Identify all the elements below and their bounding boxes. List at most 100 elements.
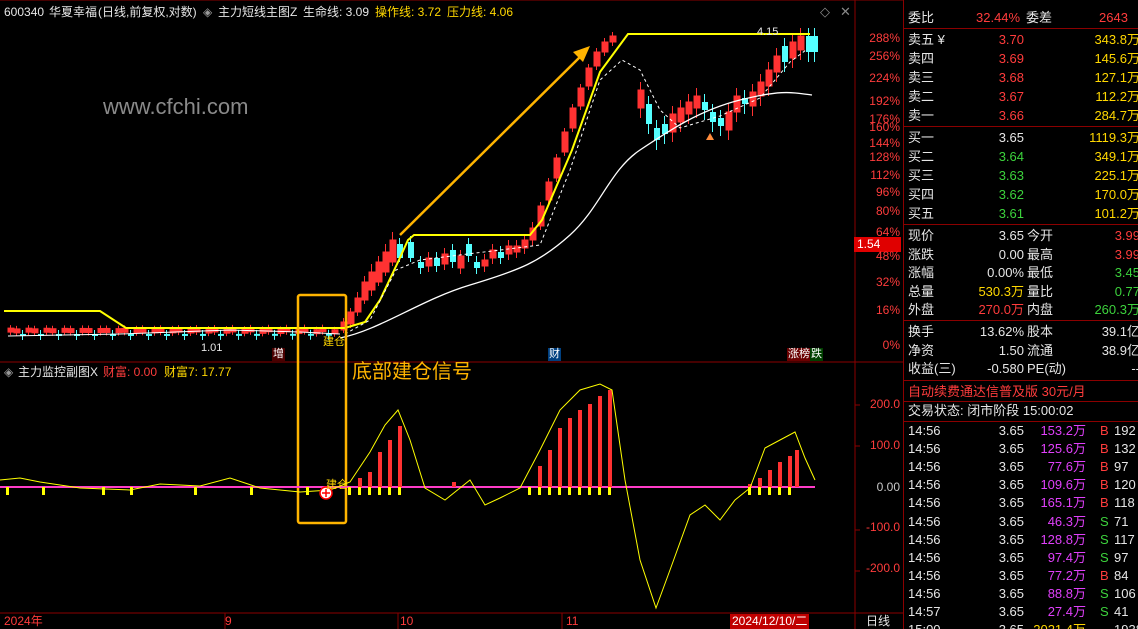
- ask-level-row: 卖一 3.66 284.7万: [904, 107, 1138, 125]
- tick-count: 1938: [1114, 621, 1138, 629]
- sub-axis-tick: 200.0: [869, 397, 900, 411]
- bid-volume: 225.1万: [1094, 168, 1138, 183]
- tick-volume: 165.1万: [1040, 495, 1086, 511]
- candle-body: [61, 327, 69, 333]
- sub-indicator-name[interactable]: 主力监控副图X: [18, 366, 98, 378]
- tick-count: 97: [1114, 549, 1129, 565]
- candle-body: [382, 251, 390, 273]
- signal-tick: [598, 487, 601, 495]
- sub-settings-icon[interactable]: ◈: [4, 366, 13, 378]
- candle-body: [25, 327, 33, 333]
- candle-body: [13, 328, 21, 334]
- indicator-bar: [795, 450, 799, 487]
- bid-volume: 170.0万: [1094, 187, 1138, 202]
- tick-count: 106: [1114, 585, 1136, 601]
- tick-side: S: [1100, 513, 1109, 529]
- candle-body: [375, 261, 383, 283]
- signal-tick: [368, 487, 371, 495]
- candle-body: [146, 333, 152, 336]
- finance-marker[interactable]: 财: [548, 348, 561, 361]
- tick-row: 14:56 3.65 165.1万 B 118: [904, 494, 1138, 512]
- time-label-oct: 10: [400, 614, 414, 628]
- weibi-label: 委比: [908, 10, 935, 25]
- quote-row: 总量 530.3万 量比 0.77: [904, 283, 1138, 301]
- fund-value-2: --: [1131, 361, 1138, 376]
- candle-body: [31, 328, 39, 334]
- tick-side: B: [1100, 459, 1109, 475]
- ask-volume: 145.6万: [1094, 51, 1138, 66]
- candle-body: [236, 333, 242, 336]
- promo-banner[interactable]: 自动续费通达信普及版 30元/月: [904, 383, 1138, 401]
- candle-body: [601, 41, 609, 53]
- tick-side: B: [1100, 495, 1109, 511]
- candle-body: [85, 328, 93, 334]
- tick-row: 14:57 3.65 27.4万 S 41: [904, 603, 1138, 621]
- candle-body: [797, 35, 805, 51]
- period-button[interactable]: 日线: [866, 615, 890, 627]
- main-indicator-name[interactable]: 主力短线主图Z: [218, 6, 297, 18]
- tick-volume: 77.2万: [1047, 567, 1086, 583]
- quote-row: 现价 3.65 今开 3.99: [904, 227, 1138, 245]
- candle-body: [782, 46, 788, 62]
- settings-icon[interactable]: ◈: [203, 6, 212, 18]
- candle-body: [585, 67, 593, 87]
- candle-body: [272, 333, 278, 336]
- price-axis-tick: 48%: [875, 249, 900, 263]
- tick-count: 118: [1114, 495, 1135, 511]
- tick-row: 14:56 3.65 128.8万 S 117: [904, 531, 1138, 549]
- signal-tick: [130, 487, 133, 495]
- indicator-bar: [558, 428, 562, 487]
- date-cursor-tag: 2024/12/10/二: [730, 614, 810, 629]
- signal-tick: [194, 487, 197, 495]
- promo-text[interactable]: 自动续费通达信普及版 30元/月: [908, 383, 1086, 401]
- candle-body: [308, 333, 314, 336]
- signal-tick: [758, 487, 761, 495]
- candle-body: [200, 333, 206, 336]
- bid-level-row: 买五 3.61 101.2万: [904, 205, 1138, 223]
- tick-side: B: [1100, 441, 1109, 457]
- increase-marker[interactable]: 增: [272, 348, 285, 361]
- indicator-bar: [608, 390, 612, 487]
- signal-tick: [348, 487, 351, 495]
- candle-body: [569, 107, 577, 129]
- bid-level-row: 买一 3.65 1119.3万: [904, 129, 1138, 147]
- diamond-icon[interactable]: ◇: [820, 5, 830, 18]
- close-icon[interactable]: ✕: [840, 5, 851, 18]
- limit-up-list-marker[interactable]: 涨榜: [787, 348, 811, 361]
- tick-volume: 109.6万: [1040, 477, 1086, 493]
- indicator-bar: [768, 470, 772, 487]
- candle-body: [765, 69, 773, 87]
- tick-row: 14:56 3.65 97.4万 S 97: [904, 549, 1138, 567]
- tick-side: B: [1100, 477, 1109, 493]
- tick-row: 14:56 3.65 88.8万 S 106: [904, 585, 1138, 603]
- signal-tick: [358, 487, 361, 495]
- bid-volume: 349.1万: [1094, 149, 1138, 164]
- tick-side: S: [1100, 549, 1109, 565]
- signal-tick: [538, 487, 541, 495]
- bid-volume: 101.2万: [1094, 206, 1138, 221]
- price-axis-tick: 256%: [869, 49, 900, 63]
- caifu7-value: 财富7: 17.77: [164, 365, 232, 379]
- fund-value-2: 38.9亿: [1101, 342, 1138, 358]
- ask-level-row: 卖五 ¥3.70 343.8万: [904, 31, 1138, 49]
- tick-row: 14:56 3.65 125.6万 B 132: [904, 440, 1138, 458]
- indicator-bar: [778, 462, 782, 487]
- ask-level-row: 卖二 3.67 112.2万: [904, 88, 1138, 106]
- build-position-marker[interactable]: 建仓: [323, 337, 345, 348]
- candle-body: [408, 242, 414, 258]
- candle-body: [133, 328, 141, 334]
- candle-body: [434, 258, 440, 266]
- signal-tick: [588, 487, 591, 495]
- candle-body: [368, 271, 376, 291]
- signal-tick: [788, 487, 791, 495]
- kline-chart-area[interactable]: 600340 华夏幸福 (日线,前复权,对数) ◈ 主力短线主图Z 生命线: 3…: [0, 0, 903, 629]
- candle-body: [498, 252, 504, 258]
- candle-body: [347, 311, 355, 325]
- signal-tick: [250, 487, 253, 495]
- quote-value-2: 3.99: [1114, 228, 1138, 243]
- candle-body: [577, 87, 585, 107]
- candle-body: [806, 36, 812, 52]
- bid-volume: 1119.3万: [1089, 130, 1138, 145]
- limit-down-marker[interactable]: 跌: [810, 348, 823, 361]
- indicator-bar: [358, 478, 362, 487]
